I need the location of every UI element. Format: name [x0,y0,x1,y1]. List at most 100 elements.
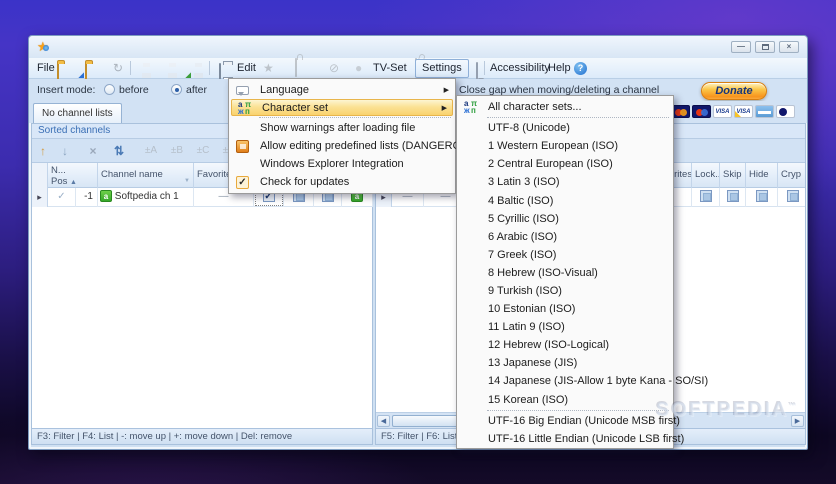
menu-item-cyrillic[interactable]: 5 Cyrillic (ISO) [458,210,672,228]
menu-item-japanese-jis[interactable]: 13 Japanese (JIS) [458,354,672,372]
lock-channel-icon[interactable] [295,58,297,77]
menu-edit[interactable]: Edit [237,62,256,74]
menu-item-show-warnings[interactable]: Show warnings after loading file [230,119,454,137]
filter-icon[interactable]: ▼ [184,171,190,188]
tab-no-channel-lists[interactable]: No channel lists [33,103,122,123]
skip-channel-icon[interactable]: ⊘ [329,61,339,75]
menu-item-label: 4 Baltic (ISO) [488,195,553,207]
menu-item-language[interactable]: Language ▶ [230,81,454,99]
header-crypt[interactable]: Cryp [778,163,807,188]
checkbox-indeterminate[interactable] [700,190,712,202]
scrollbar-thumb[interactable] [392,415,464,427]
menu-file[interactable]: File [37,62,55,74]
character-set-icon: аπжп [464,100,478,114]
menu-item-baltic[interactable]: 4 Baltic (ISO) [458,191,672,209]
fav-a-button[interactable]: ±A [140,142,162,160]
close-button[interactable]: × [779,41,799,53]
menu-item-central-european[interactable]: 2 Central European (ISO) [458,155,672,173]
menu-item-latin-3[interactable]: 3 Latin 3 (ISO) [458,173,672,191]
insert-after-radio[interactable] [171,84,182,95]
softpedia-watermark: SOFTPEDIA™ [656,399,798,422]
minimize-button[interactable]: — [731,41,751,53]
insert-before-label[interactable]: before [119,84,149,96]
menu-item-label: 2 Central European (ISO) [488,158,613,170]
menu-item-label: UTF-16 Big Endian (Unicode MSB first) [488,415,680,427]
menu-item-allow-editing[interactable]: Allow editing predefined lists (DANGEROU… [230,137,454,155]
row-pos-cell[interactable]: -1 [76,188,98,207]
renumber-button[interactable]: ⇅ [110,142,128,160]
menu-separator [487,410,669,411]
header-pos-line2: Pos ▲ [51,176,94,187]
checkbox-indeterminate[interactable] [756,190,768,202]
menu-item-utf8[interactable]: UTF-8 (Unicode) [458,119,672,137]
menu-tv-set[interactable]: TV-Set [373,62,407,74]
scroll-left-arrow[interactable]: ◀ [377,415,390,427]
character-set-submenu: аπжп All character sets... UTF-8 (Unicod… [456,95,674,449]
row-hide-cell[interactable] [746,188,778,207]
menu-item-all-character-sets[interactable]: аπжп All character sets... [458,98,672,116]
favorites-star-icon[interactable]: ★ [263,61,274,75]
menu-item-utf16-little-endian[interactable]: UTF-16 Little Endian (Unicode LSB first) [458,430,672,448]
menu-help[interactable]: Help [548,62,571,74]
menu-item-utf16-big-endian[interactable]: UTF-16 Big Endian (Unicode MSB first) [458,412,672,430]
insert-after-label[interactable]: after [186,84,207,96]
menu-separator [487,117,669,118]
menu-item-greek[interactable]: 7 Greek (ISO) [458,246,672,264]
row-indicator: ▸ [32,188,48,207]
header-lock[interactable]: Lock... [692,163,720,188]
reload-icon[interactable]: ↻ [113,61,123,75]
menu-item-label: 5 Cyrillic (ISO) [488,213,559,225]
move-up-button[interactable]: ↑ [34,142,52,160]
menu-item-hebrew-logical[interactable]: 12 Hebrew (ISO-Logical) [458,336,672,354]
language-bubble-icon [236,86,249,95]
delete-channel-button[interactable]: × [84,142,102,160]
menu-item-latin-9[interactable]: 11 Latin 9 (ISO) [458,318,672,336]
header-channel-name[interactable]: Channel name▼ [98,163,194,188]
app-icon: ★ [37,39,53,55]
menu-item-label: 10 Estonian (ISO) [488,303,575,315]
submenu-arrow-icon: ▶ [444,86,449,94]
payment-cards: VISA VISA [671,105,795,118]
menu-item-label: 3 Latin 3 (ISO) [488,176,560,188]
menu-item-western-european[interactable]: 1 Western European (ISO) [458,137,672,155]
submenu-arrow-icon: ▶ [442,104,447,112]
menu-bar: File ↻ Edit ★ ⊘ ● TV-Set Settings Access… [29,58,807,79]
hide-channel-icon[interactable]: ● [355,61,362,75]
donate-button[interactable]: Donate [701,82,767,100]
menu-item-check-updates[interactable]: ✓ Check for updates [230,173,454,191]
move-down-button[interactable]: ↓ [56,142,74,160]
row-name-cell[interactable]: a Softpedia ch 1 [98,188,194,207]
menu-item-character-set[interactable]: аπжп Character set ▶ [231,99,453,116]
visa-electron-icon: VISA [734,105,753,118]
menu-item-estonian[interactable]: 10 Estonian (ISO) [458,300,672,318]
toolbar-separator [130,61,131,75]
menu-item-label: Allow editing predefined lists (DANGEROU… [260,140,480,152]
header-hide[interactable]: Hide [746,163,778,188]
menu-item-japanese-jis-kana[interactable]: 14 Japanese (JIS-Allow 1 byte Kana - SO/… [458,372,672,390]
help-icon[interactable]: ? [574,62,587,75]
insert-mode-label: Insert mode: [37,84,95,96]
menu-item-korean[interactable]: 15 Korean (ISO) [458,391,672,409]
menu-accessibility[interactable]: Accessibility [490,62,550,74]
menu-settings[interactable]: Settings [415,59,469,78]
fav-b-button[interactable]: ±B [166,142,188,160]
row-crypt-cell[interactable] [778,188,807,207]
menu-item-explorer-integration[interactable]: Windows Explorer Integration [230,155,454,173]
row-skip-cell[interactable] [720,188,746,207]
menu-item-label: 1 Western European (ISO) [488,140,618,152]
checkbox-indeterminate[interactable] [727,190,739,202]
row-lock-cell[interactable] [692,188,720,207]
header-pos[interactable]: N... Pos ▲ [48,163,98,188]
fav-c-button[interactable]: ±C [192,142,214,160]
menu-item-turkish[interactable]: 9 Turkish (ISO) [458,282,672,300]
header-skip[interactable]: Skip [720,163,746,188]
menu-item-arabic[interactable]: 6 Arabic (ISO) [458,228,672,246]
menu-item-label: 7 Greek (ISO) [488,249,556,261]
menu-item-hebrew-visual[interactable]: 8 Hebrew (ISO-Visual) [458,264,672,282]
maestro-blue-circle [701,109,708,116]
insert-before-radio[interactable] [104,84,115,95]
row-check-cell[interactable]: ✓ [48,188,76,207]
menu-item-label: Check for updates [260,176,349,188]
checkbox-indeterminate[interactable] [787,190,799,202]
maximize-button[interactable] [755,41,775,53]
